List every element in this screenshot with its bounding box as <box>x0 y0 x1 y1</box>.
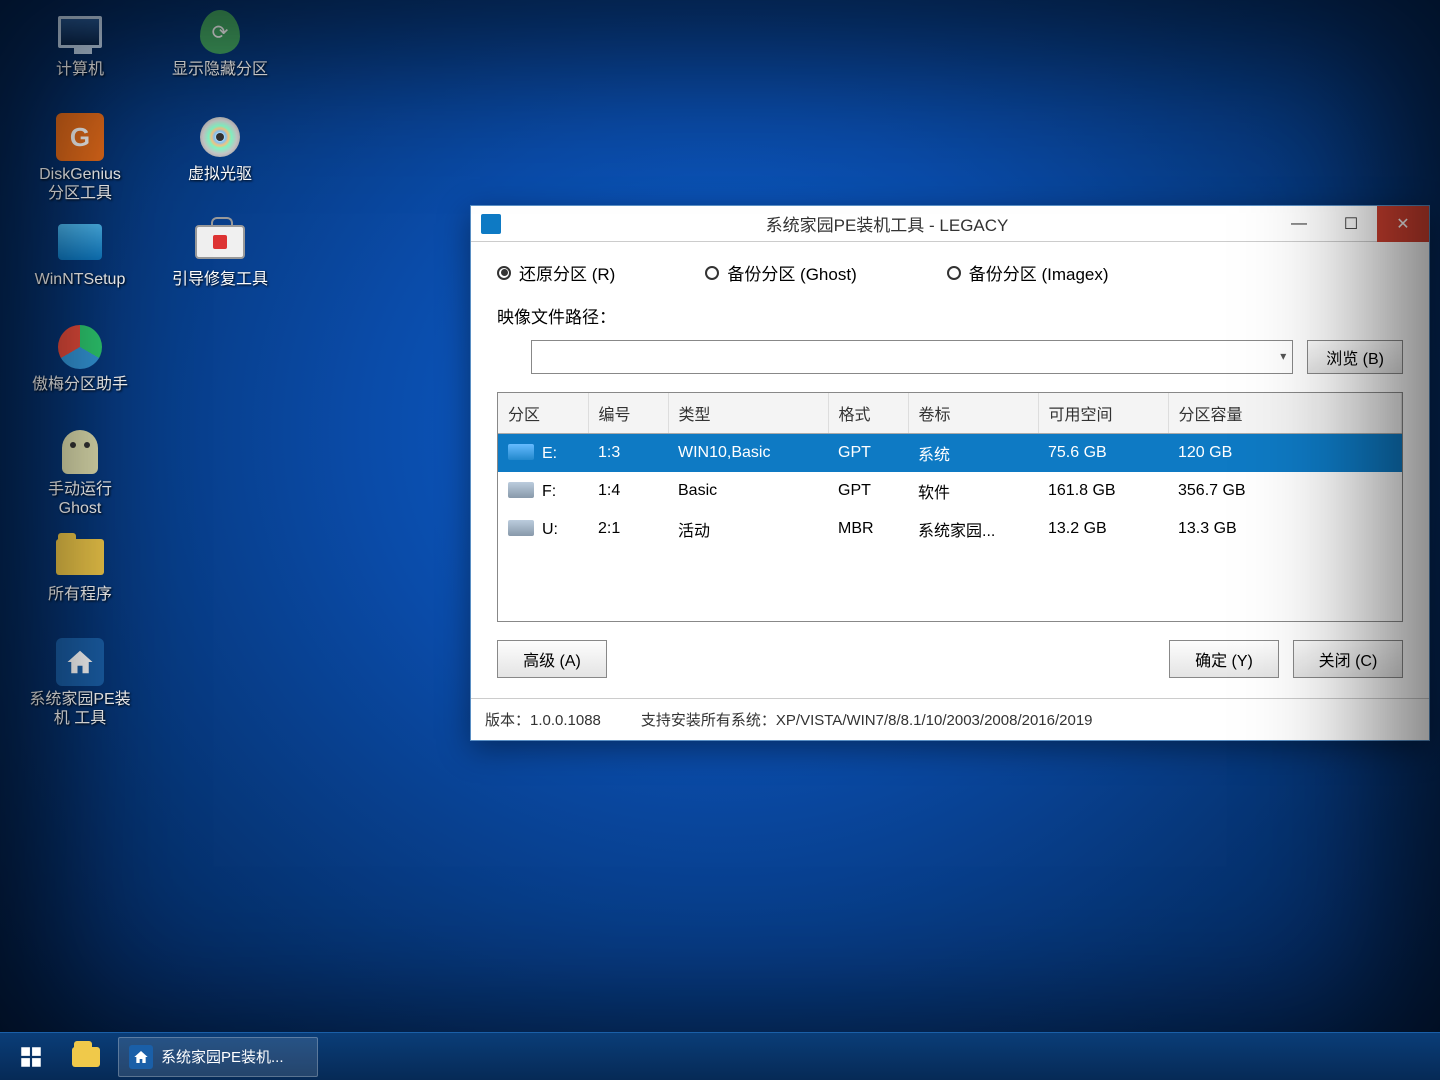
col-capacity[interactable]: 分区容量 <box>1168 393 1402 434</box>
chevron-down-icon[interactable]: ▾ <box>1280 349 1286 363</box>
drive-icon <box>508 482 534 498</box>
desktop-icon-boot-repair[interactable]: 引导修复工具 <box>150 210 290 315</box>
desktop-icon-all-programs[interactable]: 所有程序 <box>10 525 150 630</box>
table-row[interactable]: E:1:3WIN10,BasicGPT系统75.6 GB120 GB <box>498 434 1402 473</box>
dialog-button-row: 高级 (A) 确定 (Y) 关闭 (C) <box>497 640 1403 678</box>
radio-icon <box>947 266 961 280</box>
titlebar[interactable]: 系统家园PE装机工具 - LEGACY — ☐ ✕ <box>471 206 1429 242</box>
icon-label: 傲梅分区助手 <box>32 375 128 394</box>
table-row[interactable]: F:1:4BasicGPT软件161.8 GB356.7 GB <box>498 472 1402 510</box>
app-icon <box>481 214 501 234</box>
advanced-button[interactable]: 高级 (A) <box>497 640 607 678</box>
icon-label: 手动运行 Ghost <box>48 480 112 518</box>
icon-label: 引导修复工具 <box>172 270 268 289</box>
shield-icon: ⟳ <box>192 8 248 56</box>
col-type[interactable]: 类型 <box>668 393 828 434</box>
house-icon <box>129 1045 153 1069</box>
folder-icon <box>52 533 108 581</box>
version-text: 版本：1.0.0.1088 <box>485 709 601 730</box>
desktop-icon-winntsetup[interactable]: WinNTSetup <box>10 210 150 315</box>
toolbox-icon <box>192 218 248 266</box>
status-bar: 版本：1.0.0.1088 支持安装所有系统：XP/VISTA/WIN7/8/8… <box>471 698 1429 740</box>
drive-icon <box>508 444 534 460</box>
ok-button[interactable]: 确定 (Y) <box>1169 640 1279 678</box>
pe-installer-window: 系统家园PE装机工具 - LEGACY — ☐ ✕ 还原分区 (R) 备份分区 … <box>470 205 1430 741</box>
ghost-icon <box>52 428 108 476</box>
radio-label: 备份分区 (Ghost) <box>727 260 856 285</box>
partition-icon <box>52 323 108 371</box>
dialog-body: 还原分区 (R) 备份分区 (Ghost) 备份分区 (Imagex) 映像文件… <box>471 242 1429 698</box>
icon-label: 所有程序 <box>48 585 112 604</box>
mode-radio-group: 还原分区 (R) 备份分区 (Ghost) 备份分区 (Imagex) <box>497 260 1403 285</box>
desktop-icon-show-hidden-partition[interactable]: ⟳ 显示隐藏分区 <box>150 0 290 105</box>
col-partition[interactable]: 分区 <box>498 393 588 434</box>
icon-label: 虚拟光驱 <box>188 165 252 184</box>
icon-label: DiskGenius 分区工具 <box>39 165 121 203</box>
radio-restore[interactable]: 还原分区 (R) <box>497 260 615 285</box>
desktop-icon-ghost[interactable]: 手动运行 Ghost <box>10 420 150 525</box>
table-row[interactable]: U:2:1活动MBR系统家园...13.2 GB13.3 GB <box>498 510 1402 548</box>
icon-label: 计算机 <box>56 60 104 79</box>
image-path-row: 映像文件路径： <box>497 303 1403 328</box>
close-dialog-button[interactable]: 关闭 (C) <box>1293 640 1403 678</box>
support-text: 支持安装所有系统：XP/VISTA/WIN7/8/8.1/10/2003/200… <box>641 709 1093 730</box>
partition-grid[interactable]: 分区 编号 类型 格式 卷标 可用空间 分区容量 E:1:3WIN10,Basi… <box>497 392 1403 622</box>
desktop-icon-virtual-drive[interactable]: 虚拟光驱 <box>150 105 290 210</box>
monitor-icon <box>52 8 108 56</box>
folder-icon <box>72 1047 100 1067</box>
minimize-button[interactable]: — <box>1273 206 1325 242</box>
radio-backup-imagex[interactable]: 备份分区 (Imagex) <box>947 260 1109 285</box>
taskbar: 系统家园PE装机... <box>0 1032 1440 1080</box>
start-button[interactable] <box>8 1037 54 1077</box>
radio-label: 备份分区 (Imagex) <box>969 260 1109 285</box>
radio-backup-ghost[interactable]: 备份分区 (Ghost) <box>705 260 856 285</box>
taskbar-task-pe-tool[interactable]: 系统家园PE装机... <box>118 1037 318 1077</box>
desktop-icon-pe-tool[interactable]: 系统家园PE装 机 工具 <box>10 630 150 735</box>
browse-button[interactable]: 浏览 (B) <box>1307 340 1403 374</box>
desktop-icon-computer[interactable]: 计算机 <box>10 0 150 105</box>
diskgenius-icon: G <box>52 113 108 161</box>
desktop-icon-aomei[interactable]: 傲梅分区助手 <box>10 315 150 420</box>
icon-label: 系统家园PE装 机 工具 <box>29 690 130 728</box>
maximize-button[interactable]: ☐ <box>1325 206 1377 242</box>
col-free[interactable]: 可用空间 <box>1038 393 1168 434</box>
file-manager-button[interactable] <box>62 1037 110 1077</box>
icon-label: WinNTSetup <box>35 270 126 289</box>
setup-icon <box>52 218 108 266</box>
path-label: 映像文件路径： <box>497 303 637 328</box>
radio-icon <box>497 266 511 280</box>
desktop: 计算机 ⟳ 显示隐藏分区 G DiskGenius 分区工具 虚拟光驱 WinN… <box>10 0 310 735</box>
col-format[interactable]: 格式 <box>828 393 908 434</box>
house-icon <box>52 638 108 686</box>
radio-icon <box>705 266 719 280</box>
col-volume[interactable]: 卷标 <box>908 393 1038 434</box>
drive-icon <box>508 520 534 536</box>
close-button[interactable]: ✕ <box>1377 206 1429 242</box>
radio-label: 还原分区 (R) <box>519 260 615 285</box>
icon-label: 显示隐藏分区 <box>172 60 268 79</box>
desktop-icon-diskgenius[interactable]: G DiskGenius 分区工具 <box>10 105 150 210</box>
image-path-input[interactable]: ▾ <box>531 340 1293 374</box>
col-number[interactable]: 编号 <box>588 393 668 434</box>
task-label: 系统家园PE装机... <box>161 1046 284 1067</box>
window-title: 系统家园PE装机工具 - LEGACY <box>501 211 1273 236</box>
disc-icon <box>192 113 248 161</box>
windows-icon <box>18 1044 44 1070</box>
